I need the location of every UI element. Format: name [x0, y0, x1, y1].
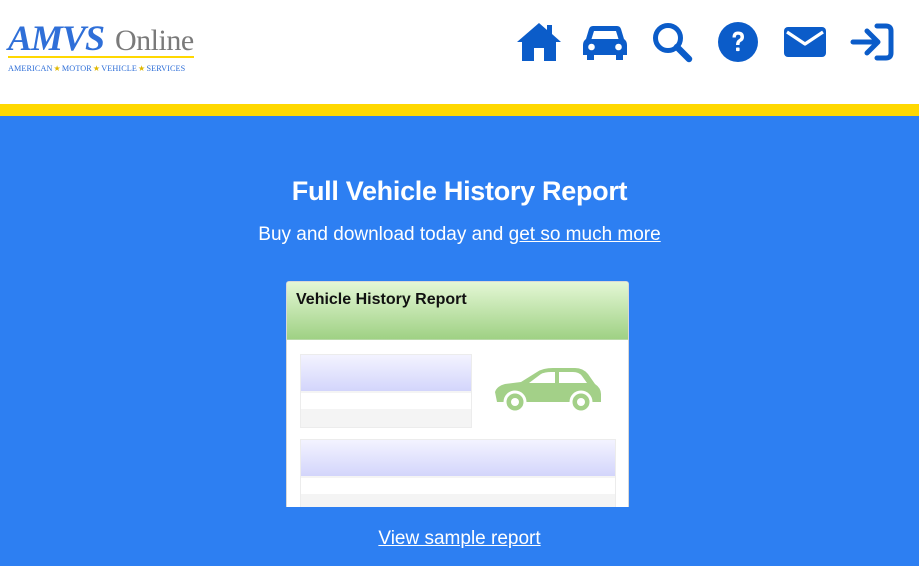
nav-contact-button[interactable]	[780, 20, 830, 64]
header-accent-bar	[0, 104, 919, 116]
nav-home-button[interactable]	[514, 20, 564, 64]
car-illustration-icon	[495, 368, 601, 414]
home-icon	[517, 23, 561, 61]
help-icon	[718, 22, 758, 62]
nav-search-button[interactable]	[647, 20, 697, 64]
star-icon: ★	[138, 64, 146, 73]
hero-title: Full Vehicle History Report	[291, 176, 628, 206]
logo-rule	[8, 56, 194, 58]
car-icon	[583, 26, 627, 60]
report-section-placeholder	[300, 354, 472, 428]
report-section-placeholder	[300, 439, 616, 507]
logo-brand: AMVS	[8, 18, 105, 58]
amvs-online-logo[interactable]: AMVS Online AMERICAN★MOTOR★VEHICLE★SERVI…	[8, 18, 198, 76]
nav-help-button[interactable]	[713, 20, 763, 64]
view-sample-report-link[interactable]: View sample report	[378, 528, 540, 549]
hero-subtitle: Buy and download today and get so much m…	[0, 224, 919, 246]
header-nav	[514, 20, 898, 64]
star-icon: ★	[92, 64, 101, 73]
sign-in-icon	[850, 23, 894, 61]
search-icon	[653, 23, 693, 63]
report-preview-header: Vehicle History Report	[287, 282, 628, 340]
nav-login-button[interactable]	[847, 20, 897, 64]
logo-tagline-word: AMERICAN	[8, 64, 53, 73]
envelope-icon	[784, 27, 826, 57]
site-header: AMVS Online AMERICAN★MOTOR★VEHICLE★SERVI…	[0, 0, 919, 104]
sample-report-link-wrap: View sample report	[0, 528, 919, 550]
logo-tagline-word: SERVICES	[146, 64, 186, 73]
logo-suffix: Online	[115, 24, 194, 57]
hero-subtitle-text: Buy and download today and	[258, 224, 504, 245]
logo-tagline-word: MOTOR	[61, 64, 92, 73]
logo-tagline: AMERICAN★MOTOR★VEHICLE★SERVICES	[8, 63, 185, 73]
star-icon: ★	[53, 64, 61, 73]
report-preview-title: Vehicle History Report	[296, 291, 467, 308]
report-preview[interactable]: Vehicle History Report	[286, 281, 629, 507]
nav-vehicle-button[interactable]	[580, 20, 630, 64]
get-more-link[interactable]: get so much more	[509, 224, 661, 245]
logo-tagline-word: VEHICLE	[101, 64, 138, 73]
